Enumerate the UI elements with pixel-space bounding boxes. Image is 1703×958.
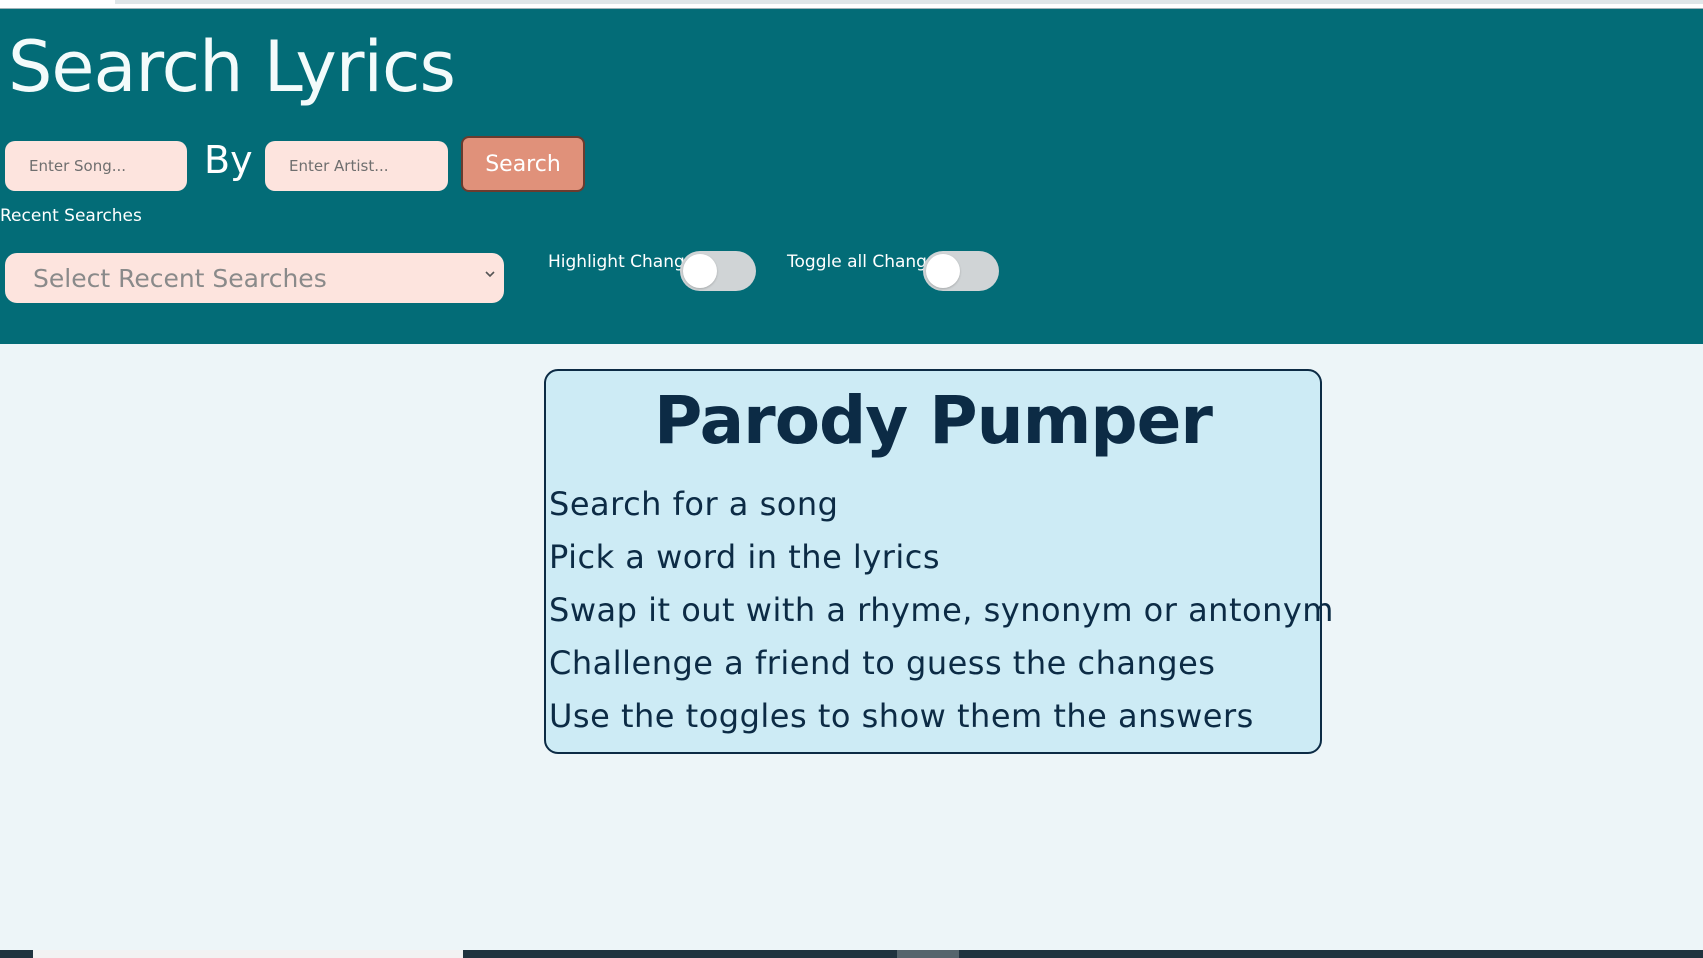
instruction-step: Swap it out with a rhyme, synonym or ant… xyxy=(549,591,1334,629)
toggle-knob xyxy=(683,254,717,288)
artist-input[interactable] xyxy=(265,141,448,191)
song-input[interactable] xyxy=(5,141,187,191)
chevron-down-icon xyxy=(485,271,495,278)
instruction-step: Pick a word in the lyrics xyxy=(549,538,941,576)
search-header: Search Lyrics By Search Recent Searches … xyxy=(0,9,1703,344)
instructions-card: Parody Pumper Search for a song Pick a w… xyxy=(544,369,1334,754)
instruction-step: Search for a song xyxy=(549,485,839,523)
card-title: Parody Pumper xyxy=(654,382,1213,459)
recent-searches-label: Recent Searches xyxy=(0,206,142,226)
by-label: By xyxy=(204,138,253,182)
page-title: Search Lyrics xyxy=(8,26,456,108)
browser-top-strip xyxy=(0,0,1703,9)
instructions-list: Search for a song Pick a word in the lyr… xyxy=(546,478,1334,743)
bottom-taskbar-edge xyxy=(0,950,1703,958)
toggle-knob xyxy=(926,254,960,288)
taskbar-tab xyxy=(33,950,463,958)
recent-searches-select-value: Select Recent Searches xyxy=(33,263,327,293)
highlight-changes-toggle[interactable] xyxy=(680,251,756,291)
recent-searches-select[interactable]: Select Recent Searches xyxy=(5,253,504,303)
search-button[interactable]: Search xyxy=(461,136,585,192)
browser-address-bar-edge xyxy=(115,0,1703,4)
instruction-step: Use the toggles to show them the answers xyxy=(549,697,1254,735)
scrollbar-thumb[interactable] xyxy=(897,950,959,958)
instruction-step: Challenge a friend to guess the changes xyxy=(549,644,1216,682)
toggle-all-changes-toggle[interactable] xyxy=(923,251,999,291)
